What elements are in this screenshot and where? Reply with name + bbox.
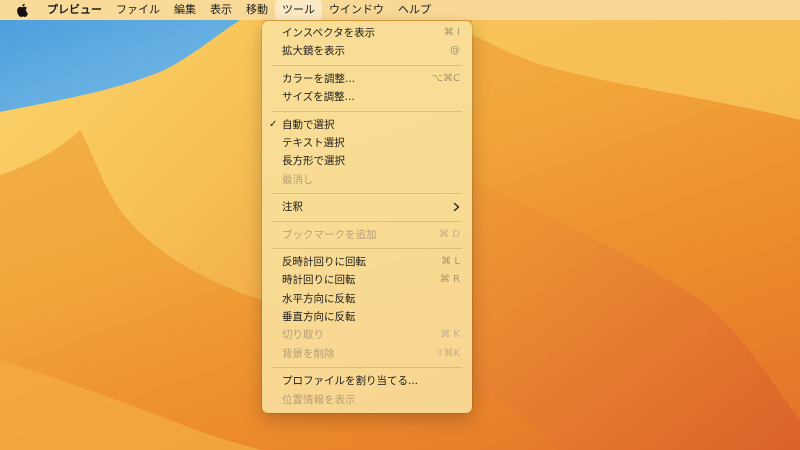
menu-item-auto-select[interactable]: ✓ 自動で選択 xyxy=(262,116,472,134)
menu-item-show-magnifier[interactable]: 拡大鏡を表示 @ xyxy=(262,42,472,60)
menu-separator xyxy=(272,193,462,195)
menu-window[interactable]: ウインドウ xyxy=(322,0,391,20)
menu-bar: プレビュー ファイル 編集 表示 移動 ツール ウインドウ ヘルプ xyxy=(0,0,800,20)
menu-separator xyxy=(272,64,462,66)
menu-item-label: 背景を削除 xyxy=(282,347,335,360)
menu-tools[interactable]: ツール xyxy=(275,0,322,20)
menu-separator xyxy=(272,220,462,222)
menu-item-label: 長方形で選択 xyxy=(282,155,345,168)
menu-item-label: 注釈 xyxy=(282,201,303,214)
menu-item-adjust-size[interactable]: サイズを調整... xyxy=(262,88,472,106)
menu-item-show-location: 位置情報を表示 xyxy=(262,391,472,409)
menu-item-rotate-right[interactable]: 時計回りに回転 ⌘ R xyxy=(262,271,472,289)
menu-item-label: 自動で選択 xyxy=(282,118,335,131)
menu-separator xyxy=(272,247,462,249)
menu-item-remove-background: 背景を削除 ⇧⌘K xyxy=(262,345,472,363)
checkmark-icon: ✓ xyxy=(269,118,278,130)
menu-item-label: プロファイルを割り当てる... xyxy=(282,375,419,388)
menu-item-label: インスペクタを表示 xyxy=(282,27,376,39)
menu-item-shortcut: ⇧⌘K xyxy=(435,347,460,359)
menu-item-label: 最消し xyxy=(282,173,314,186)
tools-dropdown-menu: インスペクタを表示 ⌘ I 拡大鏡を表示 @ カラーを調整... ⌥⌘C サイズ… xyxy=(262,21,472,413)
menu-item-assign-profile[interactable]: プロファイルを割り当てる... xyxy=(262,372,472,390)
menu-item-text-selection[interactable]: テキスト選択 xyxy=(262,134,472,152)
menu-item-add-bookmark: ブックマークを追加 ⌘ D xyxy=(262,226,472,244)
menu-item-show-inspector[interactable]: インスペクタを表示 ⌘ I xyxy=(262,24,472,42)
menu-item-label: 垂直方向に反転 xyxy=(282,311,356,324)
menu-edit[interactable]: 編集 xyxy=(167,0,203,20)
menu-app-name[interactable]: プレビュー xyxy=(40,0,109,20)
menu-item-label: 切り取り xyxy=(282,329,324,342)
menu-view[interactable]: 表示 xyxy=(203,0,239,20)
menu-item-label: 水平方向に反転 xyxy=(282,292,356,305)
apple-logo-icon[interactable] xyxy=(14,2,30,18)
menu-item-label: 位置情報を表示 xyxy=(282,393,356,406)
menu-go[interactable]: 移動 xyxy=(239,0,275,20)
menu-item-label: サイズを調整... xyxy=(282,91,355,104)
menu-item-flip-horizontal[interactable]: 水平方向に反転 xyxy=(262,290,472,308)
menu-item-shortcut: ⌘ D xyxy=(439,228,460,240)
menu-help[interactable]: ヘルプ xyxy=(391,0,438,20)
menu-item-label: テキスト選択 xyxy=(282,136,345,149)
menu-item-shortcut: ⌘ K xyxy=(440,329,460,341)
menu-item-adjust-color[interactable]: カラーを調整... ⌥⌘C xyxy=(262,70,472,88)
menu-item-rectangular-selection[interactable]: 長方形で選択 xyxy=(262,152,472,170)
menu-item-shortcut: ⌘ R xyxy=(439,274,460,286)
menu-item-label: 反時計回りに回転 xyxy=(282,255,366,268)
menu-item-erase: 最消し xyxy=(262,171,472,189)
menu-separator xyxy=(272,367,462,369)
menu-item-shortcut: ⌥⌘C xyxy=(431,72,460,84)
menu-item-annotate[interactable]: 注釈 xyxy=(262,198,472,216)
menu-file[interactable]: ファイル xyxy=(109,0,167,20)
menu-item-label: 拡大鏡を表示 xyxy=(282,45,345,58)
chevron-right-icon xyxy=(453,203,460,212)
menu-item-rotate-left[interactable]: 反時計回りに回転 ⌘ L xyxy=(262,253,472,271)
menu-item-label: ブックマークを追加 xyxy=(282,228,377,241)
menu-separator xyxy=(272,110,462,112)
menu-item-label: 時計回りに回転 xyxy=(282,274,356,287)
menu-item-flip-vertical[interactable]: 垂直方向に反転 xyxy=(262,308,472,326)
menu-item-shortcut: ⌘ L xyxy=(441,255,460,267)
menu-item-shortcut: ⌘ I xyxy=(443,27,460,38)
menu-item-crop: 切り取り ⌘ K xyxy=(262,326,472,344)
menu-item-label: カラーを調整... xyxy=(282,72,356,85)
menu-item-shortcut: @ xyxy=(450,45,460,57)
